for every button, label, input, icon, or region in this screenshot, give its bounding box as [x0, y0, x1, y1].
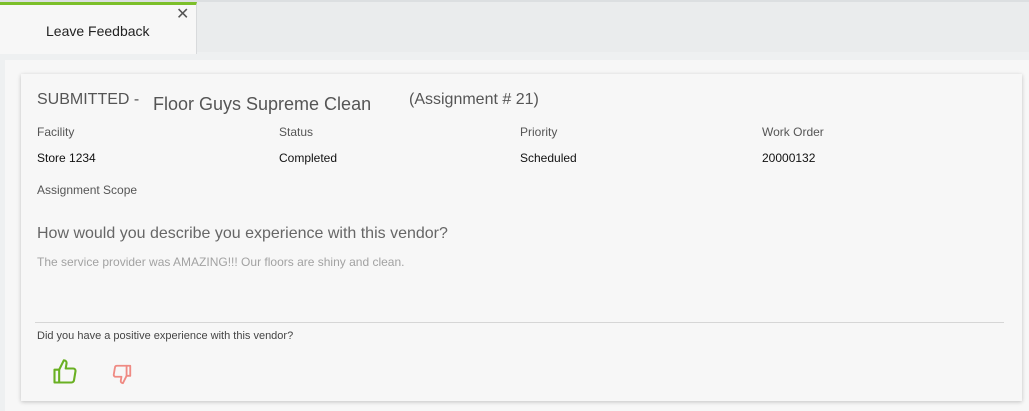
vendor-name: Floor Guys Supreme Clean: [153, 94, 372, 114]
thumbs-down-icon: [112, 364, 132, 385]
thumbs-up-icon: [53, 359, 77, 384]
feedback-card: SUBMITTED - Floor Guys Supreme Clean (As…: [21, 74, 1022, 401]
status-label: Status: [279, 125, 314, 139]
close-icon[interactable]: ✕: [176, 7, 189, 23]
divider: [35, 322, 1004, 323]
tab-leave-feedback[interactable]: Leave Feedback ✕: [0, 2, 197, 54]
priority-value: Scheduled: [520, 151, 577, 165]
assignment-number: (Assignment # 21): [409, 91, 539, 108]
assignment-scope-label: Assignment Scope: [37, 183, 138, 197]
feedback-question: How would you describe you experience wi…: [37, 225, 448, 242]
facility-label: Facility: [37, 125, 75, 139]
rating-question: Did you have a positive experience with …: [37, 330, 294, 342]
main-content: SUBMITTED - Floor Guys Supreme Clean (As…: [5, 60, 1029, 411]
thumbs-up-button[interactable]: [49, 356, 81, 388]
facility-value: Store 1234: [37, 151, 96, 165]
priority-label: Priority: [520, 125, 558, 139]
thumbs-down-button[interactable]: [106, 358, 138, 390]
work-order-label: Work Order: [762, 125, 824, 139]
submission-status: SUBMITTED -: [37, 91, 140, 108]
tab-label: Leave Feedback: [46, 23, 150, 39]
feedback-answer[interactable]: The service provider was AMAZING!!! Our …: [37, 255, 404, 269]
work-order-value: 20000132: [762, 151, 816, 165]
status-value: Completed: [279, 151, 338, 165]
top-tab-bar: Leave Feedback ✕: [0, 0, 1029, 54]
